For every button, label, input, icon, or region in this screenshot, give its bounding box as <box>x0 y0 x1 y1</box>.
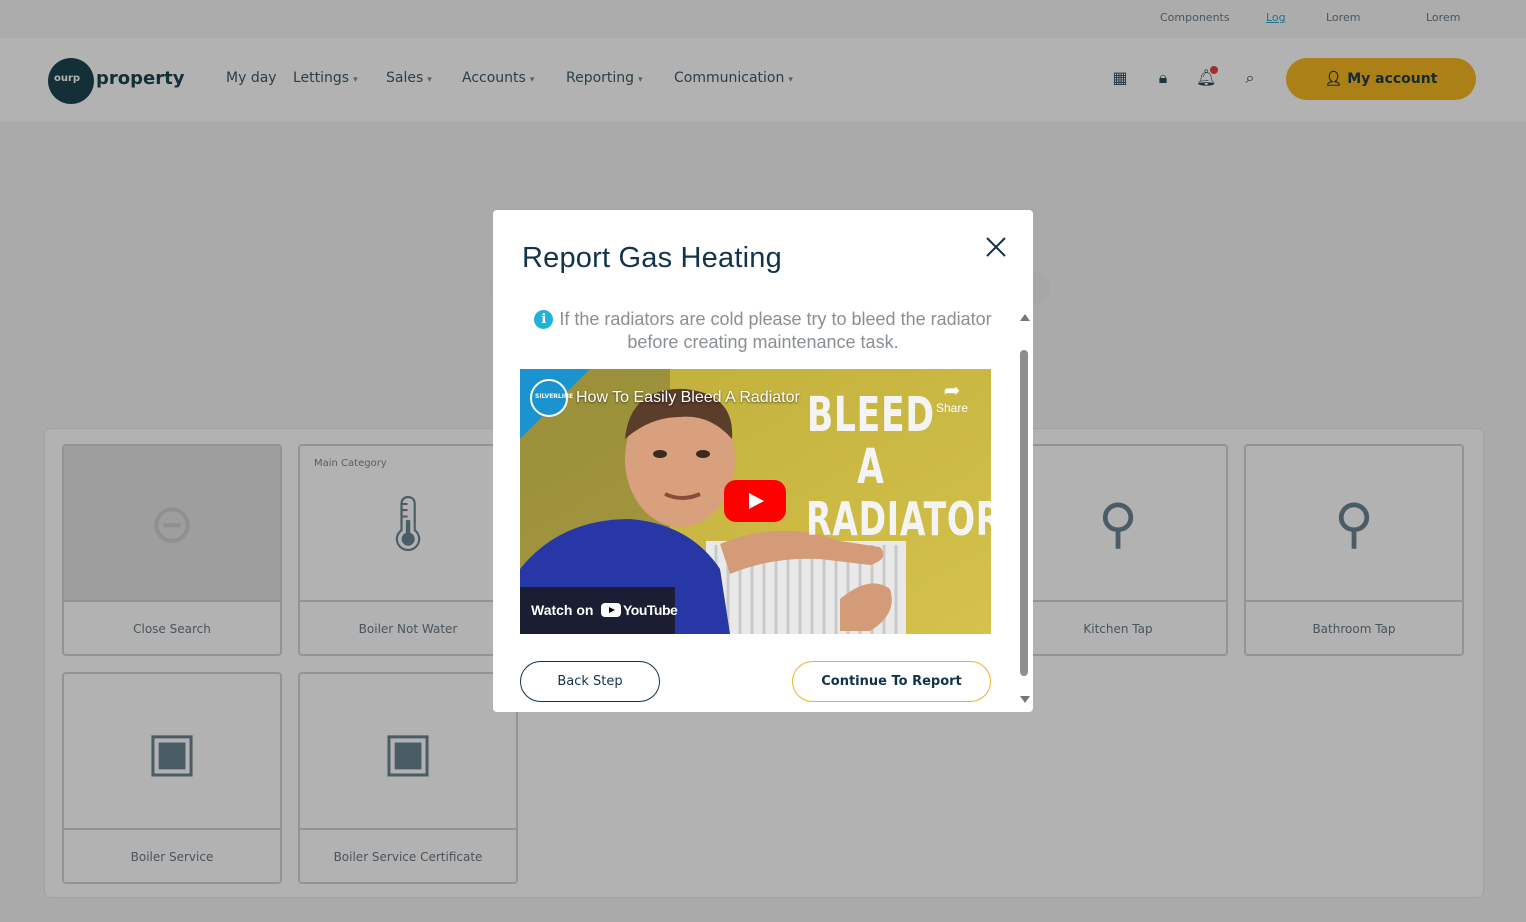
info-message: i If the radiators are cold please try to… <box>533 308 993 354</box>
close-icon <box>986 237 1006 257</box>
channel-avatar[interactable]: SILVERLINE <box>530 379 573 417</box>
thumbnail-headline: BLEED A RADIATOR <box>806 387 991 546</box>
scroll-down-arrow-icon[interactable] <box>1020 696 1030 703</box>
report-modal: Report Gas Heating i If the radiators are… <box>493 210 1033 712</box>
play-button[interactable] <box>724 480 786 522</box>
modal-title: Report Gas Heating <box>522 242 782 274</box>
info-text: If the radiators are cold please try to … <box>559 309 992 352</box>
video-title[interactable]: How To Easily Bleed A Radiator <box>576 389 800 407</box>
scroll-thumb[interactable] <box>1020 350 1028 676</box>
video-player[interactable]: SILVERLINE How To Easily Bleed A Radiato… <box>520 369 991 634</box>
back-step-button[interactable]: Back Step <box>520 661 660 702</box>
close-button[interactable] <box>981 232 1011 262</box>
watch-on-youtube-button[interactable]: Watch on YouTube <box>520 587 678 634</box>
info-icon: i <box>534 310 554 329</box>
modal-scrollbar[interactable] <box>1017 310 1031 708</box>
share-button[interactable]: ➦ Share <box>930 381 974 415</box>
continue-to-report-button[interactable]: Continue To Report <box>792 661 991 702</box>
youtube-logo-icon <box>601 603 621 617</box>
scroll-up-arrow-icon[interactable] <box>1020 314 1030 321</box>
share-icon: ➦ <box>943 380 961 402</box>
